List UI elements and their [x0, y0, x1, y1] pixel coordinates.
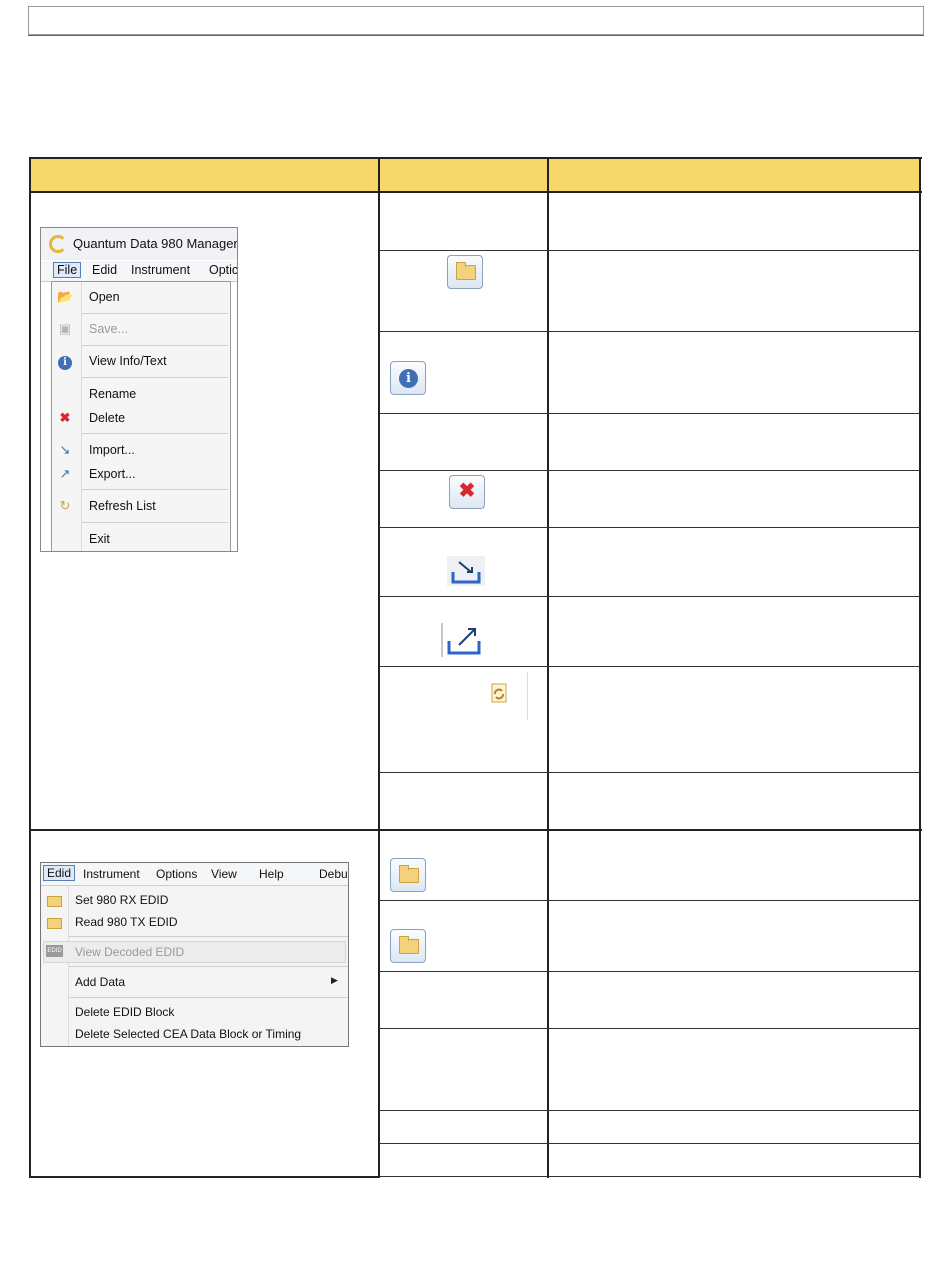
menu-item-read-tx-edid[interactable]: Read 980 TX EDID: [75, 915, 178, 929]
menu-debug[interactable]: Debu: [319, 867, 348, 881]
refresh-icon: [484, 672, 528, 720]
info-icon: i: [57, 353, 73, 370]
menu-item-set-rx-edid[interactable]: Set 980 RX EDID: [75, 893, 168, 907]
menu-item-rename[interactable]: Rename: [89, 387, 136, 401]
submenu-arrow-icon: ▶: [331, 975, 338, 985]
save-icon: ▣: [58, 321, 72, 336]
menu-item-delete[interactable]: Delete: [89, 411, 125, 425]
menu-item-open[interactable]: Open: [89, 290, 120, 304]
folder-icon: [46, 893, 62, 907]
delete-x-icon: ✖: [59, 410, 71, 425]
menu-item-export[interactable]: Export...: [89, 467, 136, 481]
export-icon: ↗: [59, 466, 71, 481]
set-rx-edid-button-icon: [390, 858, 426, 892]
read-tx-edid-button-icon: [390, 929, 426, 963]
menu-help[interactable]: Help: [259, 867, 284, 881]
open-button-icon: [447, 255, 483, 289]
window-title: Quantum Data 980 Manager: [73, 236, 238, 251]
menu-options[interactable]: Options: [156, 867, 197, 881]
open-folder-icon: 📂: [57, 289, 74, 304]
menu-item-view-decoded-edid[interactable]: View Decoded EDID: [75, 945, 184, 959]
menu-item-import[interactable]: Import...: [89, 443, 135, 457]
menu-item-save[interactable]: Save...: [89, 322, 128, 336]
menu-options[interactable]: Optic: [209, 263, 237, 277]
menu-item-exit[interactable]: Exit: [89, 532, 110, 546]
menu-item-delete-cea-block[interactable]: Delete Selected CEA Data Block or Timing: [75, 1027, 301, 1041]
folder-icon: [46, 915, 62, 929]
app-logo-icon: [49, 235, 67, 253]
info-button-icon: i: [390, 361, 426, 395]
refresh-icon: ↻: [59, 498, 71, 513]
delete-button-icon: ✖: [449, 475, 485, 509]
menu-item-add-data[interactable]: Add Data: [75, 975, 125, 989]
file-menu-screenshot: Quantum Data 980 Manager File Edid Instr…: [40, 227, 238, 552]
import-icon: [447, 556, 485, 586]
export-icon: [441, 623, 483, 657]
menu-view[interactable]: View: [211, 867, 237, 881]
menu-item-delete-edid-block[interactable]: Delete EDID Block: [75, 1005, 174, 1019]
menu-item-view-info-text[interactable]: View Info/Text: [89, 354, 167, 368]
page-header-box: [28, 6, 924, 35]
import-icon: ↘: [59, 442, 71, 457]
menubar: Edid Instrument Options View Help Debu: [41, 863, 348, 886]
menu-instrument[interactable]: Instrument: [83, 867, 140, 881]
edid-menu-screenshot: Edid Instrument Options View Help Debu S…: [40, 862, 349, 1047]
menu-item-refresh-list[interactable]: Refresh List: [89, 499, 156, 513]
edid-icon: EDID: [46, 945, 63, 957]
menubar: File Edid Instrument Optic: [41, 261, 237, 282]
window-titlebar: Quantum Data 980 Manager: [41, 228, 238, 260]
menu-edid[interactable]: Edid: [43, 865, 76, 881]
menu-instrument[interactable]: Instrument: [131, 263, 190, 277]
file-dropdown-menu: 📂 Open ▣ Save... i View Info/Text Rename…: [51, 281, 231, 551]
menu-edid[interactable]: Edid: [92, 263, 117, 277]
table-header-row: [30, 158, 921, 192]
menu-file[interactable]: File: [53, 262, 82, 278]
